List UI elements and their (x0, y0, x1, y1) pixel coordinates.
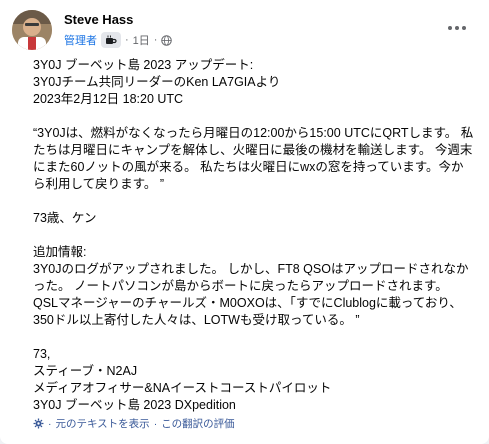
post-meta: 管理者 · 1日 · (64, 32, 173, 48)
post-body: 3Y0J ブーベット島 2023 アップデート: 3Y0Jチーム共同リーダーのK… (33, 57, 475, 431)
post-paragraph: 73, スティーブ・N2AJ メディアオフィサー&NAイーストコーストパイロット… (33, 347, 332, 412)
dot-icon (455, 26, 459, 30)
dot-icon (448, 26, 452, 30)
footer-separator: · (153, 417, 158, 430)
post-paragraph: “3Y0Jは、燃料がなくなったら月曜日の12:00から15:00 UTCにQRT… (33, 126, 474, 191)
meta-separator: · (125, 34, 129, 46)
author-name[interactable]: Steve Hass (64, 12, 133, 27)
gear-icon (33, 418, 44, 429)
post-time[interactable]: 1日 (133, 32, 150, 48)
post-header: Steve Hass 管理者 · 1日 · (12, 8, 477, 52)
globe-icon (161, 34, 173, 46)
meta-separator: · (153, 34, 158, 46)
see-original-link[interactable]: 元のテキストを表示 (56, 416, 150, 431)
footer-separator: · (48, 417, 52, 430)
post-paragraph: 3Y0J ブーベット島 2023 アップデート: 3Y0Jチーム共同リーダーのK… (33, 58, 281, 106)
dot-icon (462, 26, 466, 30)
post-paragraph: 73歳、ケン (33, 211, 97, 225)
avatar[interactable] (12, 10, 52, 50)
role-label[interactable]: 管理者 (64, 32, 97, 48)
coffee-cup-icon[interactable] (101, 32, 121, 48)
more-options-button[interactable] (439, 10, 475, 46)
post-paragraph: 追加情報: 3Y0Jのログがアップされました。 しかし、FT8 QSOはアップロ… (33, 245, 469, 327)
post-card: Steve Hass 管理者 · 1日 · 3Y0J ブーベット島 2023 ア… (0, 0, 489, 444)
rate-translation-link[interactable]: この翻訳の評価 (161, 416, 235, 431)
translation-footer: · 元のテキストを表示 · この翻訳の評価 (33, 416, 235, 431)
